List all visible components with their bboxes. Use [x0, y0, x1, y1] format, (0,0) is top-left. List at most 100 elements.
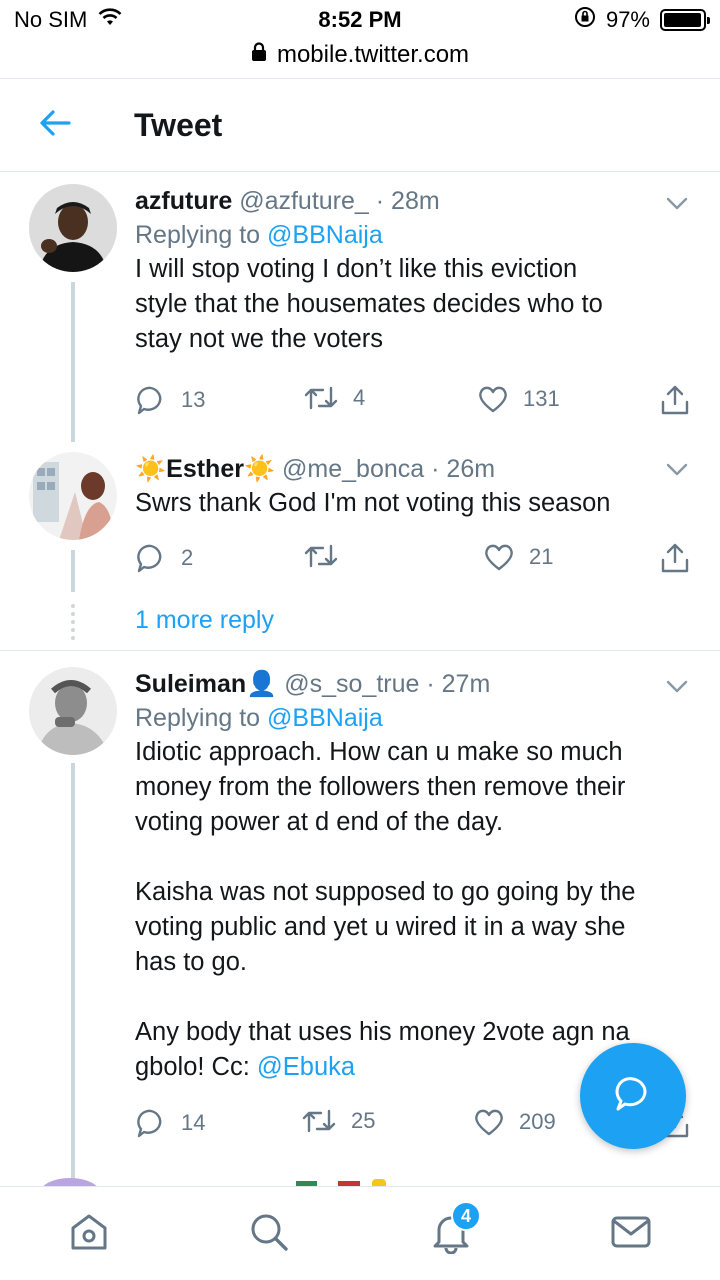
status-left: No SIM — [14, 7, 254, 33]
tweet-text: I will stop voting I don’t like this evi… — [135, 252, 695, 357]
status-bar: No SIM 8:52 PM 97% — [0, 0, 720, 40]
reply-button[interactable]: 13 — [135, 384, 205, 416]
user-handle[interactable]: @s_so_true — [284, 670, 419, 698]
avatar[interactable] — [29, 667, 117, 755]
retweet-count: 4 — [353, 385, 366, 410]
tweet-content: ☀️Esther☀️ @me_bonca · 26m Swrs thank Go… — [135, 452, 695, 521]
reply-tweet[interactable]: azfuture @azfuture_ · 28m Replying to @B… — [0, 172, 720, 444]
tweet-text-line: Any body that uses his money 2vote agn n… — [135, 1018, 630, 1046]
chevron-down-icon[interactable] — [664, 673, 690, 699]
tweet-content: Suleiman👤 @s_so_true · 27m Replying to @… — [135, 667, 695, 1085]
tweet-time[interactable]: 28m — [391, 187, 440, 215]
user-handle[interactable]: @me_bonca — [282, 455, 424, 483]
like-button[interactable]: 21 — [483, 542, 553, 572]
meta-separator: · — [426, 670, 435, 698]
tweet-text-line: voting public and yet u wired it in a wa… — [135, 913, 626, 941]
tweet-time[interactable]: 26m — [446, 455, 495, 483]
nav-notifications[interactable]: 4 — [426, 1201, 481, 1259]
thread-line — [71, 282, 75, 442]
reply-button[interactable]: 14 — [135, 1107, 205, 1139]
share-button[interactable] — [660, 384, 690, 416]
tweet-text-line: Kaisha was not supposed to go going by t… — [135, 878, 636, 906]
user-handle[interactable]: @azfuture_ — [239, 187, 369, 215]
like-button[interactable]: 131 — [477, 384, 560, 414]
compose-reply-button[interactable] — [580, 1043, 686, 1149]
battery-icon — [660, 9, 710, 31]
status-time: 8:52 PM — [318, 7, 402, 32]
reply-count: 13 — [181, 387, 206, 412]
share-icon — [660, 542, 690, 574]
display-name-text: Esther — [166, 455, 244, 483]
tweet-meta: azfuture @azfuture_ · 28m — [135, 184, 695, 218]
chevron-down-icon[interactable] — [664, 190, 690, 216]
mention-link[interactable]: @BBNaija — [267, 221, 383, 249]
search-icon — [247, 1210, 291, 1259]
like-count: 131 — [523, 386, 560, 411]
retweet-icon — [303, 542, 339, 570]
tweet-text: Idiotic approach. How can u make so much… — [135, 735, 695, 1085]
tweet-text-line: has to go. — [135, 948, 247, 976]
status-right: 97% — [466, 6, 710, 34]
replying-to: Replying to @BBNaija — [135, 701, 695, 735]
like-button[interactable]: 209 — [473, 1107, 556, 1137]
heart-icon — [477, 384, 509, 414]
display-name-text: Suleiman — [135, 670, 247, 698]
chevron-down-icon[interactable] — [664, 456, 690, 482]
display-name[interactable]: ☀️Esther☀️ — [135, 455, 282, 483]
back-button[interactable] — [0, 78, 110, 172]
share-button[interactable] — [660, 542, 690, 574]
retweet-button[interactable]: 25 — [301, 1107, 375, 1135]
name-emoji: ☀️ — [243, 455, 276, 483]
mention-link[interactable]: @Ebuka — [257, 1053, 355, 1081]
tweet-text-line: money from the followers then remove the… — [135, 773, 626, 801]
retweet-button[interactable] — [303, 542, 353, 570]
reply-icon — [135, 1107, 167, 1139]
share-icon — [660, 384, 690, 416]
like-count: 209 — [519, 1109, 556, 1134]
display-name[interactable]: azfuture — [135, 187, 232, 215]
replying-prefix: Replying to — [135, 704, 261, 732]
mention-link[interactable]: @BBNaija — [267, 704, 383, 732]
avatar[interactable] — [29, 184, 117, 272]
page-title: Tweet — [134, 106, 223, 143]
replying-to: Replying to @BBNaija — [135, 218, 695, 252]
reply-tweet[interactable]: ☀️Esther☀️ @me_bonca · 26m Swrs thank Go… — [0, 444, 720, 650]
home-icon — [67, 1210, 111, 1259]
more-replies-link[interactable]: 1 more reply — [135, 606, 274, 635]
tweet-text: Swrs thank God I'm not voting this seaso… — [135, 486, 695, 521]
tweet-time[interactable]: 27m — [442, 670, 491, 698]
lock-icon — [251, 41, 267, 69]
retweet-button[interactable]: 4 — [303, 384, 365, 412]
tweet-text-line: stay not we the voters — [135, 325, 384, 353]
notification-badge: 4 — [451, 1201, 481, 1231]
thread-line — [71, 550, 75, 592]
nav-messages[interactable] — [606, 1209, 656, 1259]
orientation-lock-icon — [574, 6, 596, 34]
name-emoji: ☀️ — [135, 455, 167, 483]
nav-search[interactable] — [244, 1209, 294, 1259]
reply-count: 14 — [181, 1110, 206, 1135]
url-bar[interactable]: mobile.twitter.com — [0, 36, 720, 74]
tweet-content: azfuture @azfuture_ · 28m Replying to @B… — [135, 184, 695, 357]
display-name[interactable]: Suleiman👤 — [135, 670, 284, 698]
tweet-text-line — [135, 840, 695, 875]
tweet-text-fragment: gbolo! Cc: — [135, 1053, 257, 1081]
reply-button[interactable]: 2 — [135, 542, 193, 574]
tweet-meta: Suleiman👤 @s_so_true · 27m — [135, 667, 695, 701]
heart-icon — [483, 542, 515, 572]
tweet-actions: 13 4 131 — [135, 384, 700, 424]
name-emoji: 👤 — [246, 670, 278, 698]
tweet-meta: ☀️Esther☀️ @me_bonca · 26m — [135, 452, 695, 486]
like-count: 21 — [529, 544, 554, 569]
bottom-nav: 4 — [0, 1186, 720, 1280]
arrow-left-icon — [39, 109, 71, 141]
tweet-text-line: voting power at d end of the day. — [135, 808, 504, 836]
battery-percent: 97% — [605, 7, 650, 32]
avatar[interactable] — [29, 452, 117, 540]
replying-prefix: Replying to — [135, 221, 261, 249]
nav-home[interactable] — [64, 1209, 114, 1259]
heart-icon — [473, 1107, 505, 1137]
tweet-text-line: style that the housemates decides who to — [135, 290, 603, 318]
chat-bubble-icon — [613, 1074, 653, 1119]
retweet-icon — [301, 1107, 337, 1135]
